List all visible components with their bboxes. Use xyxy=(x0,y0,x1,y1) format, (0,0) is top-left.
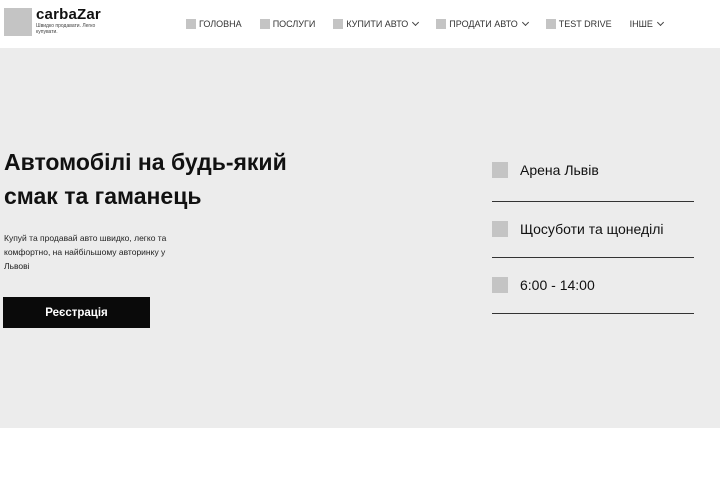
nav-item-sell-car[interactable]: Продати авто xyxy=(436,18,529,29)
info-location-text: Арена Львів xyxy=(520,162,599,178)
info-item-days: Щосуботи та щонеділі xyxy=(492,221,664,237)
nav-item-buy-car[interactable]: Купити авто xyxy=(333,18,420,29)
location-icon xyxy=(492,162,508,178)
hero-section: Автомобілі на будь-який смак та гаманець… xyxy=(0,48,720,428)
nav-item-test-drive[interactable]: Test drive xyxy=(545,19,612,29)
divider xyxy=(492,313,694,314)
nav-item-label: Інше xyxy=(629,19,653,29)
logo-icon[interactable] xyxy=(4,8,32,36)
nav-item-label: Test drive xyxy=(558,19,612,29)
nav-item-label: Головна xyxy=(199,19,242,29)
buy-car-icon xyxy=(333,19,344,29)
brand-tagline: Швидко продавати. Легко купувати. xyxy=(36,23,96,35)
info-days-text: Щосуботи та щонеділі xyxy=(520,221,664,237)
test-drive-icon xyxy=(545,19,556,29)
divider xyxy=(492,201,694,202)
home-icon xyxy=(186,19,196,29)
divider xyxy=(492,257,694,258)
hero-subtitle: Купуй та продавай авто швидко, легко та … xyxy=(4,233,167,271)
info-item-hours: 6:00 - 14:00 xyxy=(492,277,595,293)
brand-name[interactable]: carbaZar xyxy=(36,6,101,23)
page-bottom xyxy=(0,428,720,480)
services-icon xyxy=(259,19,270,29)
main-nav: Головна Послуги Купити авто Продати авто… xyxy=(186,17,664,31)
clock-icon xyxy=(492,277,508,293)
register-button[interactable]: Реєстрація xyxy=(3,297,150,328)
nav-item-other[interactable]: Інше xyxy=(629,18,664,29)
chevron-down-icon xyxy=(521,18,529,27)
sell-car-icon xyxy=(436,19,447,29)
info-hours-text: 6:00 - 14:00 xyxy=(520,277,595,293)
site-header: carbaZar Швидко продавати. Легко купуват… xyxy=(0,0,720,48)
chevron-down-icon xyxy=(656,18,664,27)
nav-item-label: Послуги xyxy=(272,19,316,29)
nav-item-label: Купити авто xyxy=(346,19,409,29)
info-item-location: Арена Львів xyxy=(492,162,599,178)
chevron-down-icon xyxy=(412,18,420,27)
nav-item-services[interactable]: Послуги xyxy=(259,19,316,29)
nav-item-home[interactable]: Головна xyxy=(186,19,242,29)
hero-title: Автомобілі на будь-який смак та гаманець xyxy=(4,149,287,209)
nav-item-label: Продати авто xyxy=(449,19,518,29)
calendar-icon xyxy=(492,221,508,237)
